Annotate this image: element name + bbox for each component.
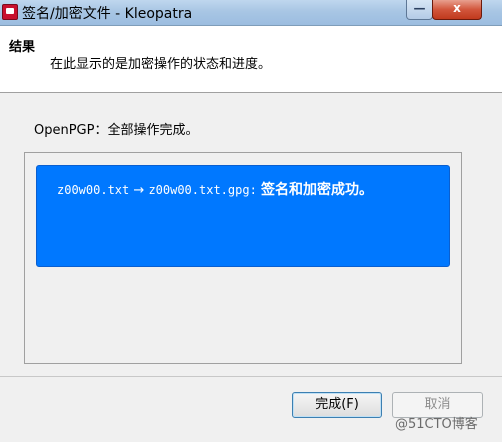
- title-bar: 签名/加密文件 - Kleopatra — x: [0, 0, 502, 26]
- page-subtitle: 在此显示的是加密操作的状态和进度。: [50, 57, 272, 72]
- result-panel: z00w00.txt → z00w00.txt.gpg: 签名和加密成功。: [24, 152, 462, 364]
- result-message: z00w00.txt → z00w00.txt.gpg: 签名和加密成功。: [57, 181, 402, 200]
- status-text: OpenPGP：全部操作完成。: [34, 123, 199, 138]
- minimize-button[interactable]: —: [406, 0, 433, 20]
- source-filename: z00w00.txt: [57, 183, 130, 197]
- arrow-icon: →: [133, 183, 145, 198]
- close-button[interactable]: x: [432, 0, 482, 20]
- window-title: 签名/加密文件 - Kleopatra: [22, 6, 193, 22]
- watermark-text: @51CTO博客: [395, 417, 478, 432]
- wizard-header: 结果 在此显示的是加密操作的状态和进度。: [0, 26, 502, 93]
- footer-divider: [0, 376, 502, 377]
- kleopatra-app-icon: [2, 4, 18, 20]
- result-status-text: 签名和加密成功。: [260, 182, 373, 198]
- finish-button[interactable]: 完成(F): [292, 392, 382, 418]
- page-title: 结果: [9, 40, 36, 55]
- result-item: z00w00.txt → z00w00.txt.gpg: 签名和加密成功。: [36, 165, 450, 267]
- target-filename: z00w00.txt.gpg:: [148, 183, 257, 197]
